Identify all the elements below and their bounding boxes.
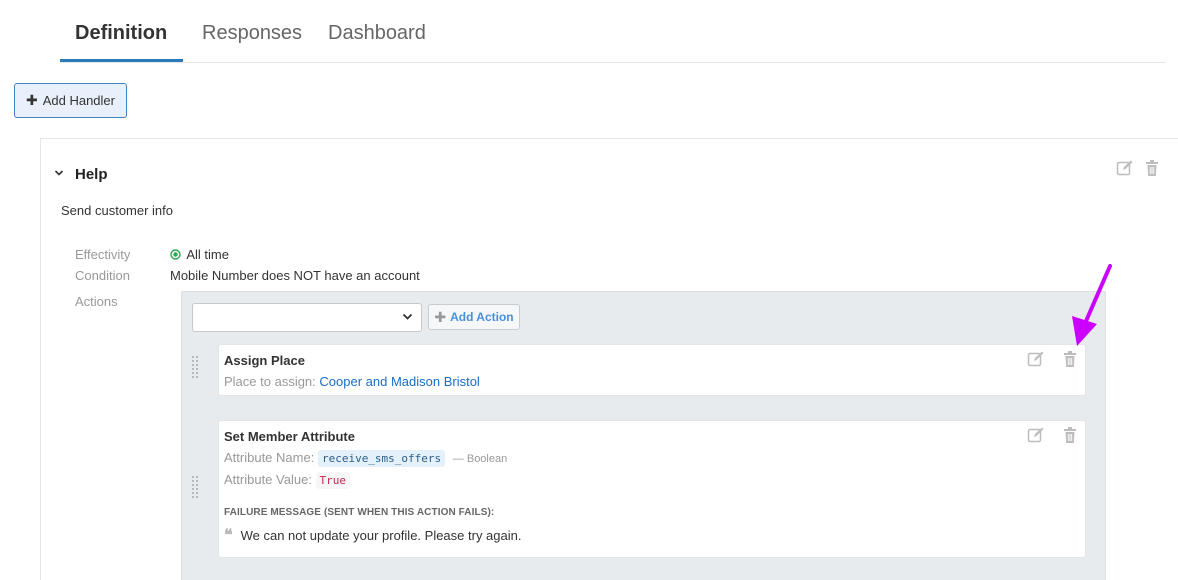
condition-label: Condition <box>75 268 130 283</box>
quote-icon: ❝ <box>224 525 233 544</box>
attribute-name-label: Attribute Name: <box>224 450 315 465</box>
annotation-arrow <box>1072 264 1112 346</box>
add-action-label: Add Action <box>450 310 514 324</box>
effectivity-text: All time <box>186 247 229 262</box>
add-action-button[interactable]: ✚ Add Action <box>428 304 520 330</box>
action-card-assign-place: Assign Place Place to assign: Cooper and… <box>218 344 1086 396</box>
attribute-name-code: receive_sms_offers <box>317 450 446 467</box>
attribute-name-row: Attribute Name: receive_sms_offers — Boo… <box>224 450 508 467</box>
trash-icon[interactable] <box>1143 159 1161 177</box>
tab-responses[interactable]: Responses <box>202 22 302 45</box>
failure-message: ❝ We can not update your profile. Please … <box>224 525 521 544</box>
plus-icon: ✚ <box>25 92 38 108</box>
actions-label: Actions <box>75 294 118 309</box>
handler-description: Send customer info <box>61 203 174 218</box>
action-card-title: Set Member Attribute <box>224 429 355 444</box>
effectivity-value: All time <box>170 247 229 262</box>
attribute-value-code: True <box>315 472 351 489</box>
tab-dashboard[interactable]: Dashboard <box>328 22 426 45</box>
chevron-down-icon[interactable] <box>54 167 64 181</box>
failure-message-heading: FAILURE MESSAGE (SENT WHEN THIS ACTION F… <box>224 507 495 518</box>
drag-handle-icon[interactable] <box>192 476 202 500</box>
add-handler-button[interactable]: ✚ Add Handler <box>14 83 127 118</box>
attribute-type: — Boolean <box>452 453 508 465</box>
attribute-value-row: Attribute Value: True <box>224 472 351 489</box>
edit-icon[interactable] <box>1116 159 1134 177</box>
caret-down-icon <box>402 311 413 325</box>
place-label: Place to assign: <box>224 374 316 389</box>
plus-icon: ✚ <box>434 308 447 325</box>
tab-definition[interactable]: Definition <box>75 22 167 45</box>
action-type-select[interactable] <box>192 303 422 332</box>
check-circle-icon <box>170 248 184 262</box>
failure-message-text: We can not update your profile. Please t… <box>240 528 522 543</box>
trash-icon[interactable] <box>1061 350 1079 368</box>
edit-icon[interactable] <box>1027 350 1045 368</box>
drag-handle-icon[interactable] <box>192 356 202 380</box>
attribute-value-label: Attribute Value: <box>224 472 312 487</box>
condition-value: Mobile Number does NOT have an account <box>170 268 420 283</box>
effectivity-label: Effectivity <box>75 247 131 262</box>
trash-icon[interactable] <box>1061 426 1079 444</box>
handler-title[interactable]: Help <box>75 166 108 183</box>
place-to-assign: Place to assign: Cooper and Madison Bris… <box>224 374 480 389</box>
place-link[interactable]: Cooper and Madison Bristol <box>319 374 479 389</box>
action-card-title: Assign Place <box>224 353 305 368</box>
active-tab-indicator <box>60 59 183 62</box>
edit-icon[interactable] <box>1027 426 1045 444</box>
action-card-set-member-attribute: Set Member Attribute Attribute Name: rec… <box>218 420 1086 558</box>
add-handler-label: Add Handler <box>42 93 115 108</box>
